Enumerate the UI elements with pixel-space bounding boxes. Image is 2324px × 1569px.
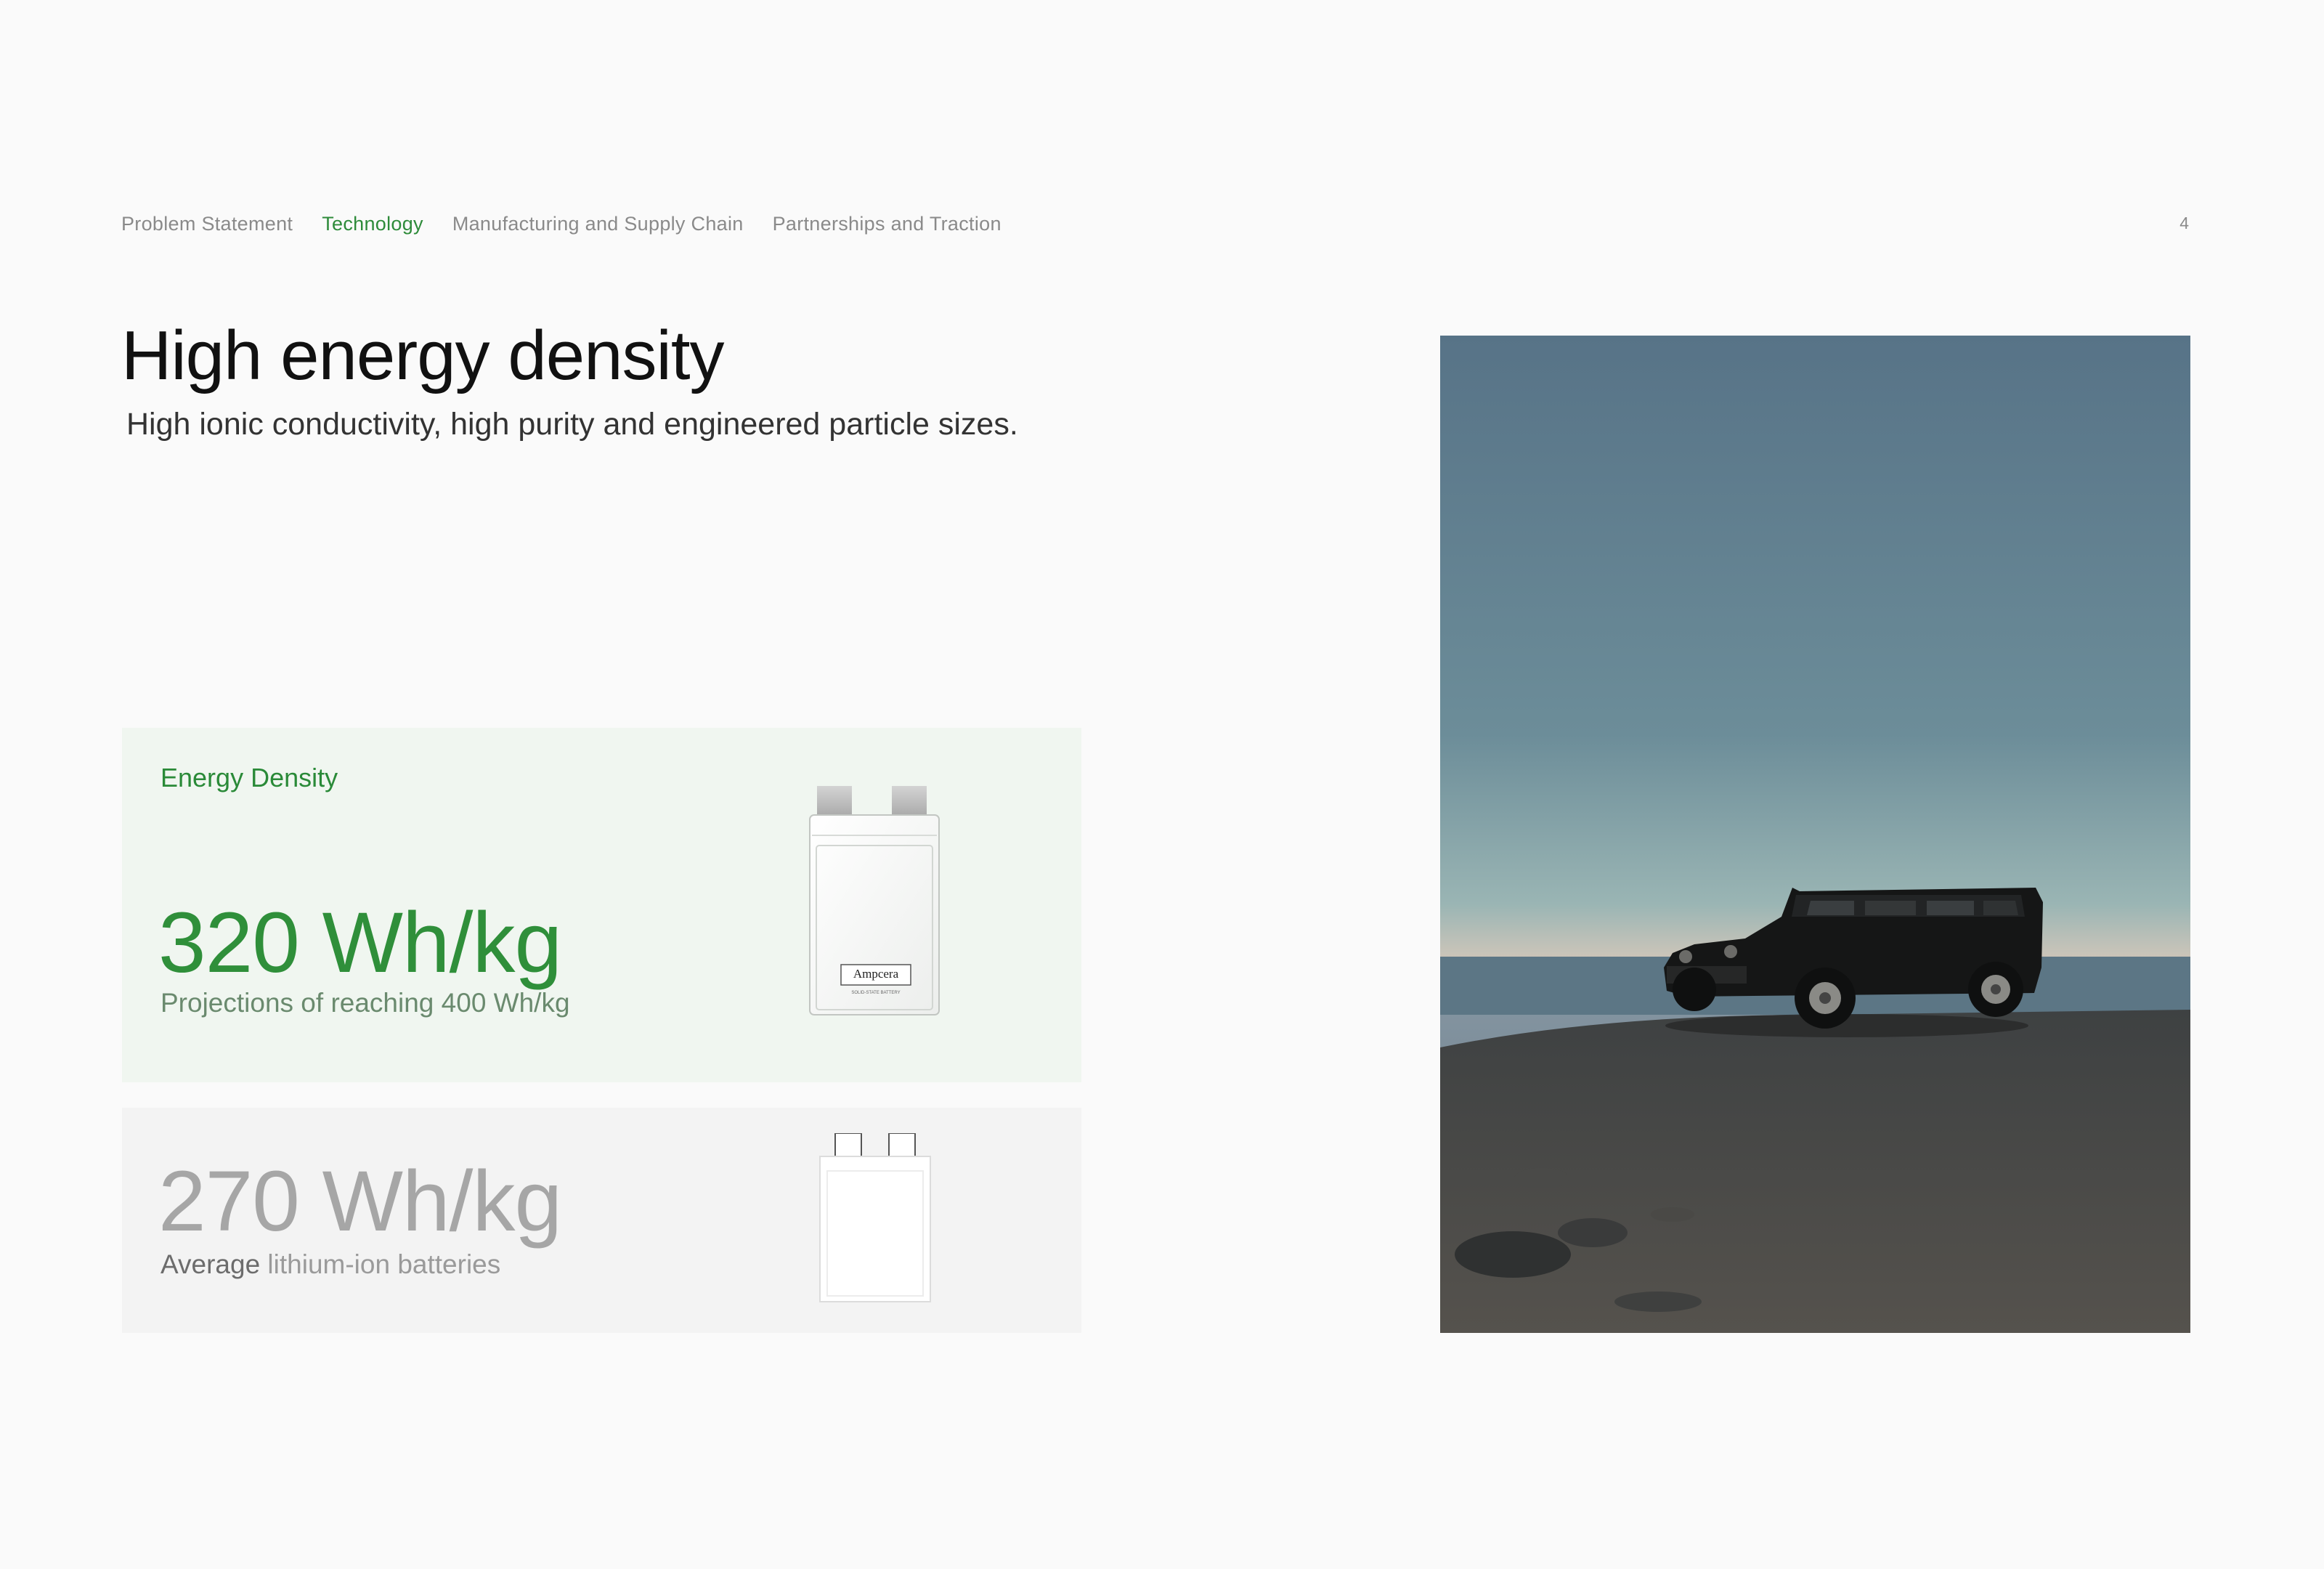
- section-nav: Problem Statement Technology Manufacturi…: [121, 209, 1001, 238]
- comparison-value: 270 Wh/kg: [158, 1154, 562, 1249]
- nav-item-problem-statement[interactable]: Problem Statement: [121, 213, 293, 235]
- energy-density-value: 320 Wh/kg: [158, 895, 562, 991]
- nav-item-technology[interactable]: Technology: [322, 213, 423, 235]
- cell-brand-label: Ampcera: [853, 967, 899, 981]
- energy-density-caption: Projections of reaching 400 Wh/kg: [161, 988, 570, 1018]
- comparison-caption-rest: lithium-ion batteries: [260, 1249, 501, 1279]
- nav-item-partnerships[interactable]: Partnerships and Traction: [773, 213, 1001, 235]
- offroad-vehicle-photo: [1440, 336, 2190, 1333]
- solid-state-battery-cell-illustration: Ampcera SOLID-STATE BATTERY: [809, 786, 940, 1015]
- page-number: 4: [2179, 214, 2189, 232]
- page-subtitle: High ionic conductivity, high purity and…: [126, 407, 1018, 442]
- nav-item-manufacturing[interactable]: Manufacturing and Supply Chain: [452, 213, 744, 235]
- comparison-card: 270 Wh/kg Average lithium-ion batteries: [122, 1108, 1081, 1333]
- lithium-ion-battery-cell-illustration: [819, 1133, 931, 1302]
- card-label: Energy Density: [161, 763, 338, 792]
- page-title: High energy density: [121, 317, 724, 394]
- comparison-caption-strong: Average: [161, 1249, 261, 1279]
- cell-subtext-label: SOLID-STATE BATTERY: [851, 991, 900, 995]
- comparison-caption: Average lithium-ion batteries: [161, 1249, 500, 1280]
